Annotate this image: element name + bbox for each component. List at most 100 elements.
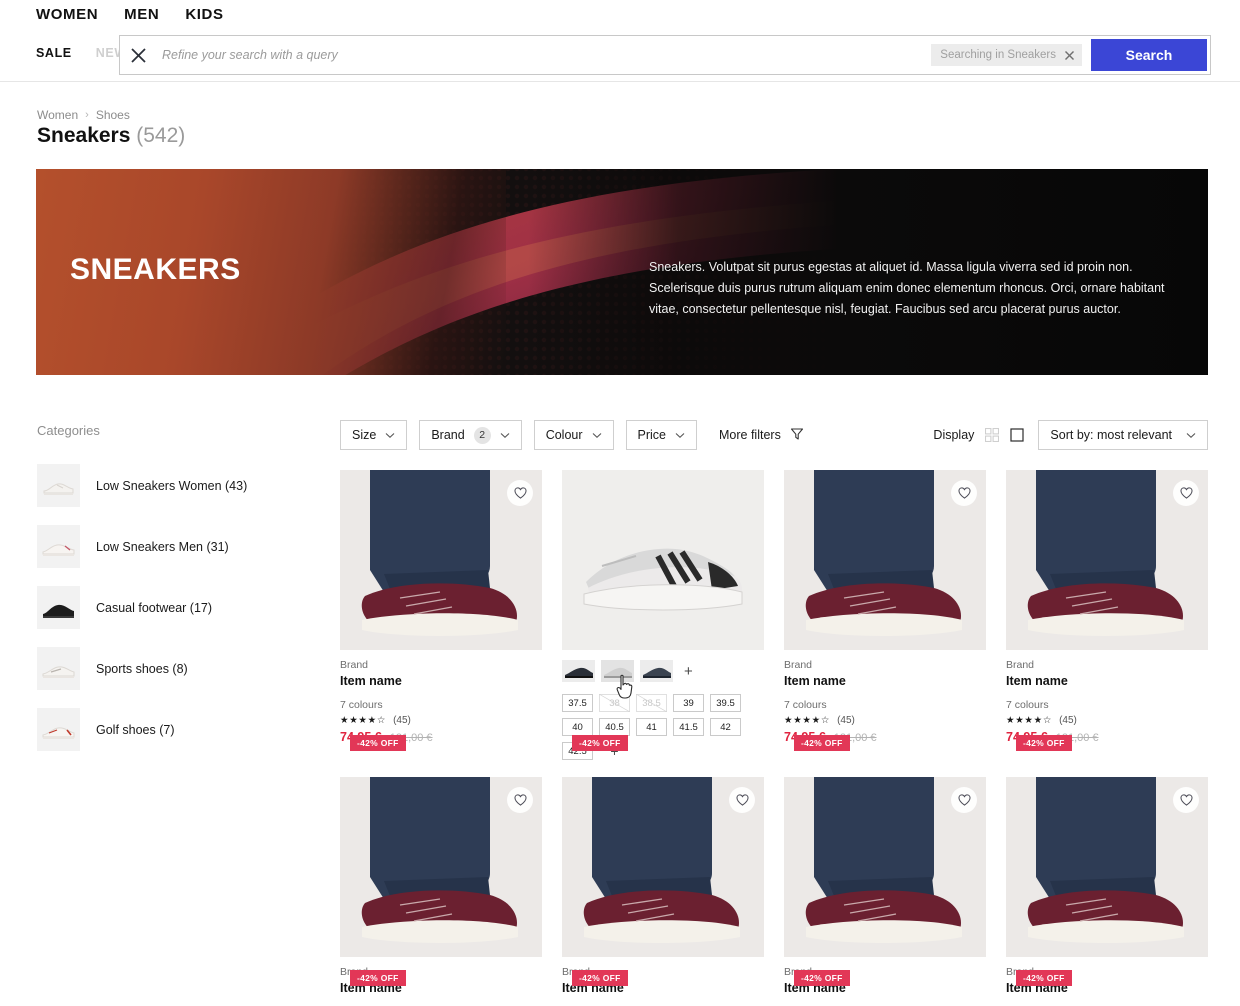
filter-label: Colour (545, 428, 583, 442)
size-option-unavailable: 38 (599, 694, 630, 712)
product-rating: ★★★★☆ (45) (340, 715, 542, 726)
filter-colour[interactable]: Colour (533, 420, 614, 450)
product-card[interactable]: -42% OFF Brand Item name 7 colours ★★★★☆… (340, 470, 542, 760)
sidebar-item-golf-shoes[interactable]: Golf shoes (7) (37, 708, 307, 751)
sort-dropdown[interactable]: Sort by: most relevant (1038, 420, 1208, 450)
category-listing-page: WOMEN MEN KIDS SALE NEW Searching in Sne… (0, 0, 1240, 1006)
hero-title: SNEAKERS (70, 253, 241, 286)
search-scope-chip: Searching in Sneakers (931, 44, 1082, 66)
review-count: (45) (1059, 715, 1077, 726)
breadcrumb-item-women[interactable]: Women (37, 108, 78, 122)
colour-swatch-navy[interactable] (640, 660, 673, 682)
breadcrumb: Women › Shoes (37, 108, 130, 122)
grid-view-icon[interactable] (985, 428, 1000, 442)
display-label: Display (933, 428, 975, 442)
filter-size[interactable]: Size (340, 420, 408, 450)
size-option[interactable]: 40.5 (599, 718, 630, 736)
product-rating: ★★★★☆ (45) (784, 715, 986, 726)
star-rating-icon: ★★★★☆ (1006, 715, 1053, 726)
filter-toolbar: Size Brand 2 Colour Price More filters D… (340, 420, 1208, 450)
filter-count-badge: 2 (473, 426, 491, 444)
product-rating: ★★★★☆ (45) (1006, 715, 1208, 726)
sidebar-item-sports-shoes[interactable]: Sports shoes (8) (37, 647, 307, 690)
size-option[interactable]: 39 (673, 694, 704, 712)
wishlist-heart-icon[interactable] (951, 787, 977, 813)
toolbar-right: Display Sort by: most relevant (933, 420, 1208, 450)
review-count: (45) (837, 715, 855, 726)
sidebar-item-low-sneakers-men[interactable]: Low Sneakers Men (31) (37, 525, 307, 568)
top-navigation-bar: WOMEN MEN KIDS SALE NEW Searching in Sne… (0, 0, 1240, 82)
size-option[interactable]: 41 (636, 718, 667, 736)
colour-swatch-light[interactable] (601, 660, 634, 682)
size-option[interactable]: 40 (562, 718, 593, 736)
nav-item-women[interactable]: WOMEN (36, 6, 98, 23)
nav-item-men[interactable]: MEN (124, 6, 159, 23)
sidebar-item-label: Low Sneakers Men (31) (96, 539, 229, 554)
wishlist-heart-icon[interactable] (729, 787, 755, 813)
hero-description: Sneakers. Volutpat sit purus egestas at … (649, 260, 1165, 316)
chevron-down-icon (385, 428, 395, 442)
size-option[interactable]: 41.5 (673, 718, 704, 736)
search-bar: Searching in Sneakers Search (119, 35, 1211, 75)
page-title-count: (542) (136, 124, 186, 147)
size-option-unavailable: 38.5 (636, 694, 667, 712)
filter-label: Size (352, 428, 377, 442)
page-title-text: Sneakers (37, 124, 131, 147)
nav-item-sale[interactable]: SALE (36, 46, 72, 60)
size-option[interactable]: 39.5 (710, 694, 741, 712)
wishlist-heart-icon[interactable] (951, 480, 977, 506)
wishlist-heart-icon[interactable] (1173, 480, 1199, 506)
search-button[interactable]: Search (1091, 39, 1207, 71)
product-info: Brand Item name 7 colours ★★★★☆ (45) 74,… (1006, 650, 1208, 744)
categories-sidebar: Categories Low Sneakers Women (43) Low S… (37, 423, 307, 769)
single-view-icon[interactable] (1010, 428, 1025, 442)
category-thumbnail (37, 708, 80, 751)
sidebar-item-label: Low Sneakers Women (43) (96, 478, 248, 493)
more-filters-button[interactable]: More filters (719, 427, 804, 444)
product-grid: -42% OFF Brand Item name 7 colours ★★★★☆… (340, 470, 1208, 1006)
secondary-nav: SALE NEW (36, 46, 127, 60)
product-name: Item name (784, 674, 846, 688)
wishlist-heart-icon[interactable] (507, 787, 533, 813)
chevron-down-icon (675, 428, 685, 442)
wishlist-heart-icon[interactable] (507, 480, 533, 506)
product-row: -42% OFF Brand Item name 7 colours ★★★★☆… (340, 470, 1208, 760)
filter-price[interactable]: Price (625, 420, 697, 450)
nav-item-kids[interactable]: KIDS (185, 6, 223, 23)
product-image[interactable] (562, 470, 764, 650)
product-card[interactable]: -42% OFF Brand Item name (340, 777, 542, 995)
size-option[interactable]: 42 (710, 718, 741, 736)
product-card[interactable]: -42% OFF Brand Item name (784, 777, 986, 995)
product-brand: Brand (340, 659, 369, 671)
hero-banner: SNEAKERS Sneakers. Volutpat sit purus eg… (36, 169, 1208, 375)
product-info: Brand Item name 7 colours ★★★★☆ (45) 74,… (784, 650, 986, 744)
more-colours-button[interactable]: + (684, 664, 693, 679)
more-filters-label: More filters (719, 428, 781, 442)
filter-brand[interactable]: Brand 2 (419, 420, 522, 450)
sort-label: Sort by: most relevant (1050, 428, 1172, 442)
colour-swatch-dark[interactable] (562, 660, 595, 682)
filter-label: Price (637, 428, 666, 442)
product-card[interactable]: -42% OFF Brand Item name 7 colours ★★★★☆… (1006, 470, 1208, 760)
product-card-expanded[interactable]: -42% OFF + 37.5 38 38.5 39 39.5 40 40.5 … (562, 470, 764, 760)
wishlist-heart-icon[interactable] (1173, 787, 1199, 813)
product-colours: 7 colours (340, 699, 383, 711)
sidebar-item-label: Casual footwear (17) (96, 600, 213, 615)
product-colours: 7 colours (1006, 699, 1049, 711)
product-card[interactable]: -42% OFF Brand Item name 7 colours ★★★★☆… (784, 470, 986, 760)
breadcrumb-item-shoes[interactable]: Shoes (96, 108, 130, 122)
discount-badge: -42% OFF (572, 970, 628, 986)
sidebar-item-casual-footwear[interactable]: Casual footwear (17) (37, 586, 307, 629)
search-input[interactable] (156, 36, 932, 74)
product-card[interactable]: -42% OFF Brand Item name (562, 777, 764, 995)
close-icon[interactable] (120, 36, 156, 74)
breadcrumb-separator: › (85, 109, 89, 121)
category-thumbnail (37, 586, 80, 629)
star-rating-icon: ★★★★☆ (340, 715, 387, 726)
sidebar-item-low-sneakers-women[interactable]: Low Sneakers Women (43) (37, 464, 307, 507)
chevron-down-icon (592, 428, 602, 442)
product-card[interactable]: -42% OFF Brand Item name (1006, 777, 1208, 995)
display-controls: Display (933, 428, 1025, 442)
scope-close-icon[interactable] (1064, 50, 1075, 61)
size-option[interactable]: 37.5 (562, 694, 593, 712)
